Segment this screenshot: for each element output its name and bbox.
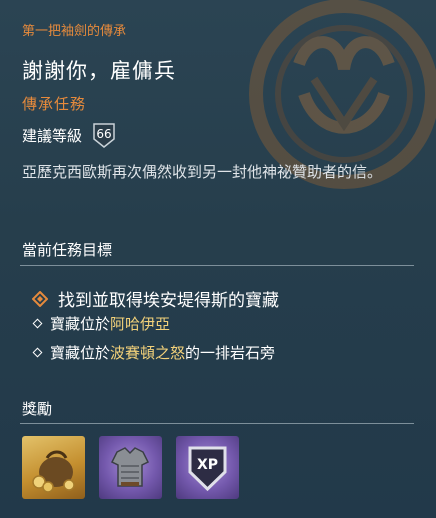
sub-objective-bullet-icon bbox=[32, 318, 43, 329]
level-badge: 66 bbox=[92, 121, 116, 149]
objective-diamond-icon bbox=[31, 290, 49, 307]
drachmae-pouch-icon bbox=[32, 450, 75, 493]
objectives-heading: 當前任務目標 bbox=[22, 241, 113, 259]
rewards-divider bbox=[20, 423, 414, 424]
sub-objective-suffix: 的一排岩石旁 bbox=[185, 344, 276, 362]
level-value: 66 bbox=[96, 127, 112, 141]
quest-type: 傳承任務 bbox=[22, 95, 87, 113]
recommended-level: 建議等級 66 bbox=[22, 121, 116, 149]
sub-objective-location: 阿哈伊亞 bbox=[110, 315, 171, 333]
chest-armor-icon bbox=[110, 447, 150, 487]
reward-armor[interactable] bbox=[99, 436, 162, 499]
reward-xp[interactable]: XP bbox=[176, 436, 239, 499]
rewards-list: XP bbox=[22, 436, 239, 499]
sub-objective-location: 波賽頓之怒 bbox=[110, 344, 186, 362]
sub-objective-bullet-icon bbox=[32, 347, 43, 358]
quest-description: 亞歷克西歐斯再次偶然收到另一封他神祕贊助者的信。 bbox=[22, 163, 383, 181]
objectives-divider bbox=[20, 265, 414, 266]
sub-objective: 寶藏位於 阿哈伊亞 bbox=[32, 313, 171, 334]
sub-objective: 寶藏位於 波賽頓之怒 的一排岩石旁 bbox=[32, 342, 276, 363]
main-objective-text: 找到並取得埃安堤得斯的寶藏 bbox=[58, 291, 279, 311]
rewards-heading: 獎勵 bbox=[22, 400, 53, 418]
quest-title: 謝謝你，雇傭兵 bbox=[22, 59, 176, 83]
sub-objective-prefix: 寶藏位於 bbox=[50, 315, 111, 333]
quest-details-panel: 第一把袖劍的傳承 謝謝你，雇傭兵 傳承任務 建議等級 66 亞歷克西歐斯再次偶然… bbox=[0, 0, 436, 518]
main-objective[interactable]: 找到並取得埃安堤得斯的寶藏 bbox=[31, 286, 279, 311]
sub-objective-prefix: 寶藏位於 bbox=[50, 344, 111, 362]
quest-line-title: 第一把袖劍的傳承 bbox=[22, 24, 127, 39]
level-label: 建議等級 bbox=[22, 126, 83, 145]
xp-label: XP bbox=[196, 457, 219, 473]
reward-drachmae[interactable] bbox=[22, 436, 85, 499]
